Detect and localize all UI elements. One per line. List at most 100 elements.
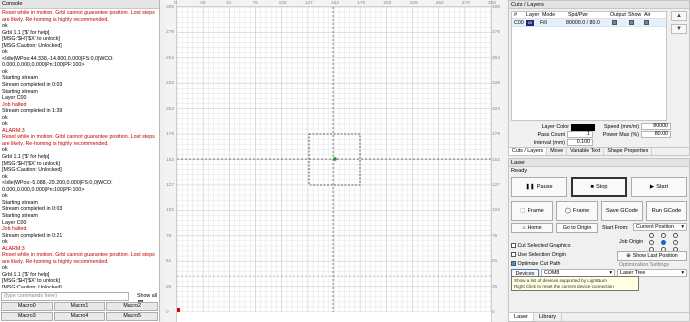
layer-num: C00 xyxy=(514,20,524,26)
ruler-tick-label: 127 xyxy=(166,182,175,188)
ruler-tick-label: 178 xyxy=(357,1,366,6)
ruler-tick-label: 203 xyxy=(166,106,175,112)
layers-column-header[interactable]: Show xyxy=(626,12,642,18)
optimization-settings-label[interactable]: Optimization Settings xyxy=(619,262,669,268)
console-line: [MSG:Caution: Unlocked] xyxy=(2,284,62,288)
origin-radio-tr[interactable] xyxy=(673,233,678,238)
ruler-tick-label: 76 xyxy=(492,233,498,239)
home-button[interactable]: ⌂ Home xyxy=(511,223,553,233)
stop-button[interactable]: ■ Stop xyxy=(571,177,627,197)
layers-column-header[interactable]: # xyxy=(512,12,524,18)
layer-color-swatch[interactable]: 00 xyxy=(526,20,534,26)
ruler-tick-label: 127 xyxy=(492,182,501,188)
ruler-tick-label: 152 xyxy=(331,1,340,6)
power-max-label: Power Max (%) xyxy=(602,132,639,138)
command-input[interactable]: (type commands here) xyxy=(1,292,129,301)
go-to-origin-button[interactable]: Go to Origin xyxy=(556,223,598,233)
target-icon: ⊕ xyxy=(626,253,631,259)
origin-radio-tl[interactable] xyxy=(649,233,654,238)
ruler-tick-label: 51 xyxy=(226,1,232,6)
pause-button[interactable]: ❚❚ Pause xyxy=(511,177,567,197)
cuts-tabs: Cuts / Layers Move Variable Text Shape Prop… xyxy=(509,147,690,155)
ruler-tick-label: 254 xyxy=(435,1,444,6)
power-max-field[interactable]: 80.00 xyxy=(641,131,671,138)
layer-row[interactable]: C00 00 Fill 80000.0 / 80.0 xyxy=(512,19,666,27)
ruler-tick-label: 127 xyxy=(304,1,313,6)
tab-shape-properties[interactable]: Shape Properties xyxy=(604,148,653,155)
layer-spd-pwr: 80000.0 / 80.0 xyxy=(566,20,600,26)
show-last-position-button[interactable]: ⊕ Show Last Position xyxy=(617,251,687,261)
macro-button[interactable]: Macro5 xyxy=(106,312,158,321)
pass-count-label: Pass Count xyxy=(537,132,565,138)
frame-circle-icon: ◯ xyxy=(564,208,572,214)
laser-status: Ready xyxy=(511,168,528,174)
cut-selected-checkbox[interactable]: Cut Selected Graphics xyxy=(511,243,570,249)
job-origin-label: Job Origin xyxy=(619,239,644,245)
pass-count-field[interactable]: 1 xyxy=(567,131,593,138)
ruler-tick-label: 76 xyxy=(166,233,172,239)
ruler-tick-label: 305 xyxy=(492,5,501,10)
origin-radio-ml[interactable] xyxy=(649,240,654,245)
macro-button[interactable]: Macro2 xyxy=(106,302,158,311)
laser-tabs: Laser Library xyxy=(509,312,690,321)
show-checkbox[interactable] xyxy=(629,20,634,26)
ruler-tick-label: 102 xyxy=(278,1,287,6)
origin-radio-tc[interactable] xyxy=(661,233,666,238)
macro-button[interactable]: Macro0 xyxy=(1,302,53,311)
tab-cuts-layers[interactable]: Cuts / Layers xyxy=(509,148,548,155)
start-from-dropdown[interactable]: Current Position ▾ xyxy=(633,223,687,231)
console-line: Reset while in motion. Grbl cannot guara… xyxy=(2,134,155,147)
home-icon: ⌂ xyxy=(522,225,526,231)
chevron-down-icon: ▾ xyxy=(681,270,684,276)
layers-list[interactable]: # Layer Mode Spd/Pwr Output Show Air C00 00 Fi… xyxy=(511,11,667,121)
ruler-tick-label: 203 xyxy=(383,1,392,6)
layer-color-swatch-large[interactable] xyxy=(571,124,595,131)
layers-column-header[interactable]: Spd/Pwr xyxy=(566,12,608,18)
start-button[interactable]: ▶ Start xyxy=(631,177,687,197)
ruler-tick-label: 102 xyxy=(492,208,501,214)
ruler-tick-label: 178 xyxy=(492,132,501,138)
move-layer-down-button[interactable]: ▼ xyxy=(671,24,687,34)
laser-title: Laser xyxy=(509,159,689,167)
ruler-tick-label: 0 xyxy=(174,1,177,6)
origin-radio-mr[interactable] xyxy=(673,240,678,245)
tab-laser[interactable]: Laser xyxy=(509,313,534,321)
layers-column-header[interactable]: Layer xyxy=(524,12,540,18)
macro-buttons: Macro0 Macro1 Macro2 Macro3 Macro4 Macro5 xyxy=(1,302,158,321)
run-gcode-button[interactable]: Run GCode xyxy=(646,201,687,221)
cuts-layers-panel: Cuts / Layers # Layer Mode Spd/Pwr Output Sho… xyxy=(508,0,690,156)
ruler-tick-label: 203 xyxy=(492,106,501,112)
workspace-grid[interactable] xyxy=(177,7,491,312)
console-line: Reset while in motion. Grbl cannot guara… xyxy=(2,252,155,265)
frame-circle-button[interactable]: ◯ Frame xyxy=(556,201,598,221)
ruler-tick-label: 25 xyxy=(492,284,498,290)
workspace[interactable]: 0 25 51 76 102 127 152 178 203 229 254 279 305 305 279… xyxy=(165,0,505,322)
tab-move[interactable]: Move xyxy=(547,148,568,155)
console-line: Reset while in motion. Grbl cannot guara… xyxy=(2,10,155,23)
origin-radio-mc[interactable] xyxy=(661,240,666,245)
layers-column-header[interactable]: Air xyxy=(642,12,656,18)
layer-mode[interactable]: Fill xyxy=(540,19,566,26)
tab-library[interactable]: Library xyxy=(534,313,563,321)
air-checkbox[interactable] xyxy=(644,20,649,26)
speed-field[interactable]: 80000 xyxy=(641,123,671,130)
checkbox-icon xyxy=(511,261,516,267)
optimize-cut-path-checkbox[interactable]: Optimize Cut Path xyxy=(511,261,560,267)
laser-position-marker xyxy=(333,157,337,161)
tab-variable-text[interactable]: Variable Text xyxy=(567,148,605,155)
use-selection-origin-checkbox[interactable]: Use Selection Origin xyxy=(511,252,566,258)
save-gcode-button[interactable]: Save GCode xyxy=(601,201,643,221)
output-checkbox[interactable] xyxy=(612,20,617,26)
cuts-title: Cuts / Layers xyxy=(509,1,689,9)
play-icon: ▶ xyxy=(649,184,655,190)
move-layer-up-button[interactable]: ▲ xyxy=(671,11,687,21)
macro-button[interactable]: Macro3 xyxy=(1,312,53,321)
layers-column-header[interactable]: Mode xyxy=(540,12,566,18)
frame-button[interactable]: ⬚ Frame xyxy=(511,201,553,221)
stop-icon: ■ xyxy=(590,184,594,190)
macro-button[interactable]: Macro1 xyxy=(53,302,106,311)
interval-field[interactable]: 0.100 xyxy=(567,139,593,146)
layers-column-header[interactable]: Output xyxy=(608,12,626,18)
macro-button[interactable]: Macro4 xyxy=(53,312,106,321)
ruler-tick-label: 254 xyxy=(492,55,501,61)
